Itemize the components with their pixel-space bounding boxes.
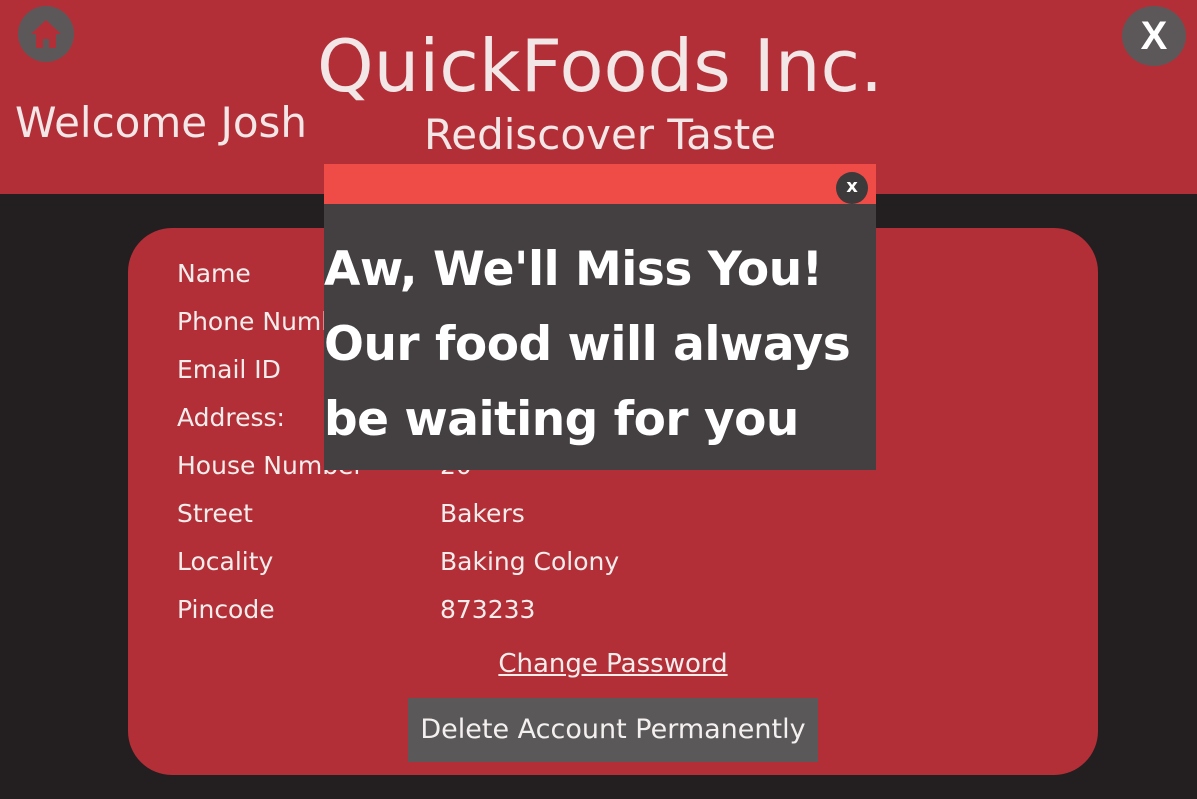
field-label-name: Name bbox=[177, 259, 251, 288]
home-button[interactable] bbox=[18, 6, 74, 62]
field-label-locality: Locality bbox=[177, 547, 274, 576]
popup-close-button[interactable]: x bbox=[836, 172, 868, 204]
popup-title-bar: x bbox=[324, 164, 876, 204]
popup-message-line: Our food will always bbox=[324, 317, 851, 372]
popup-message: Aw, We'll Miss You! Our food will always… bbox=[324, 232, 876, 457]
field-label-email: Email ID bbox=[177, 355, 281, 384]
field-value-street: Bakers bbox=[440, 499, 525, 528]
popup-message-line: Aw, We'll Miss You! bbox=[324, 242, 823, 297]
farewell-popup: x Aw, We'll Miss You! Our food will alwa… bbox=[324, 164, 876, 470]
field-label-street: Street bbox=[177, 499, 253, 528]
field-value-pincode: 873233 bbox=[440, 595, 536, 624]
brand-title: QuickFoods Inc. bbox=[317, 24, 883, 108]
change-password-link[interactable]: Change Password bbox=[128, 648, 1098, 680]
close-app-button[interactable]: X bbox=[1122, 6, 1186, 66]
popup-message-line: be waiting for you bbox=[324, 392, 799, 447]
close-icon: X bbox=[1140, 13, 1168, 58]
delete-account-button[interactable]: Delete Account Permanently bbox=[408, 698, 818, 762]
field-value-locality: Baking Colony bbox=[440, 547, 620, 576]
close-icon: x bbox=[846, 176, 858, 197]
field-label-pincode: Pincode bbox=[177, 595, 275, 624]
home-icon bbox=[31, 20, 61, 48]
field-label-address: Address: bbox=[177, 403, 285, 432]
brand-tagline: Rediscover Taste bbox=[423, 110, 777, 159]
welcome-message: Welcome Josh bbox=[15, 98, 308, 147]
